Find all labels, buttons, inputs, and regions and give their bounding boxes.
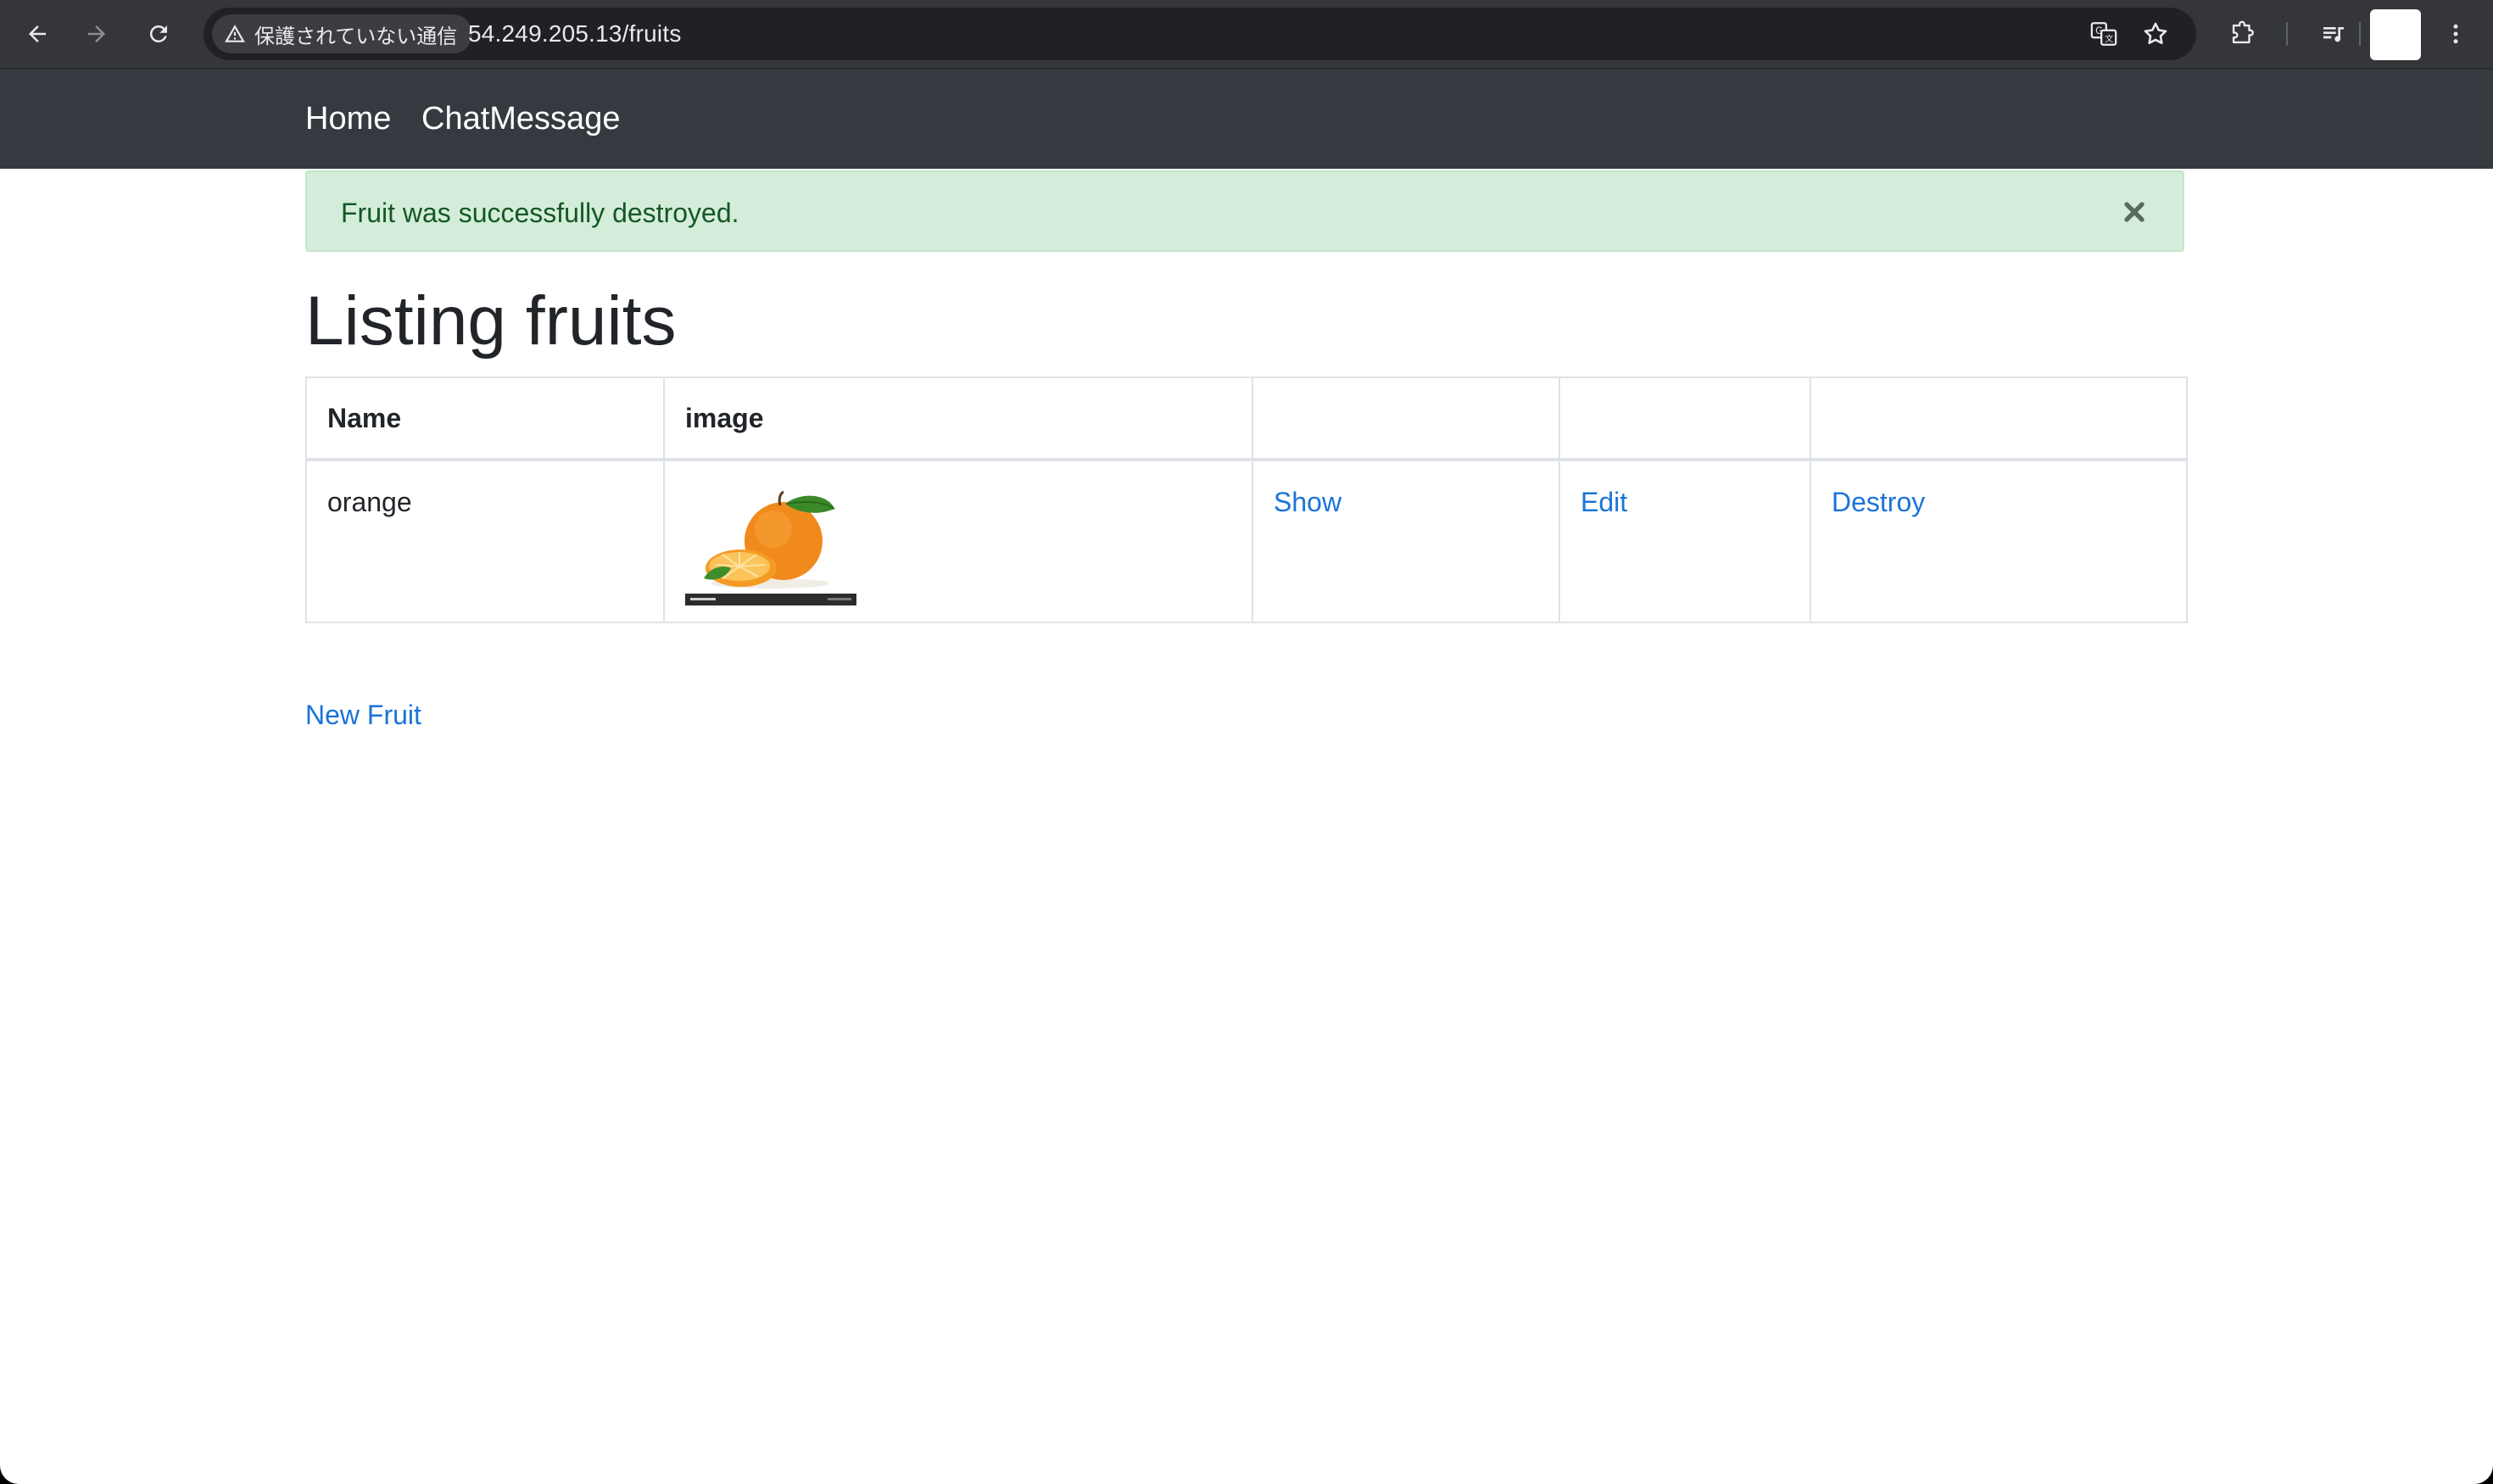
address-bar[interactable]: 保護されていない通信 54.249.205.13/fruits G 文 [204,8,2196,60]
media-queue-icon [2323,27,2344,42]
table-header-row: Name image [305,377,2188,461]
back-arrow-icon [29,25,46,42]
column-header-edit [1559,377,1811,461]
fruit-image-cell [663,459,1253,623]
column-header-image: image [663,377,1253,461]
browser-menu-button[interactable] [2437,15,2474,53]
show-link[interactable]: Show [1274,487,1341,517]
column-header-destroy [1810,377,2188,461]
close-x-icon[interactable] [2122,199,2147,225]
destroy-cell: Destroy [1810,459,2188,623]
extensions-button[interactable] [2223,15,2261,53]
reload-icon [149,25,167,42]
page-title: Listing fruits [305,282,677,360]
edit-link[interactable]: Edit [1581,487,1627,517]
extensions-puzzle-icon [2232,20,2254,44]
alert-message: Fruit was successfully destroyed. [341,198,739,228]
svg-text:文: 文 [2105,33,2113,44]
column-header-show [1252,377,1560,461]
toolbar-separator [2286,22,2288,46]
site-navbar: Home ChatMessage [0,70,2493,169]
back-button[interactable] [19,15,56,53]
table-row: orange Show Edit Destroy [305,459,2188,623]
forward-button[interactable] [78,15,115,53]
edit-cell: Edit [1559,459,1811,623]
translate-button[interactable]: G 文 [2089,19,2119,49]
toolbar-separator [2359,22,2361,46]
security-indicator[interactable]: 保護されていない通信 [212,14,473,53]
show-cell: Show [1252,459,1560,623]
bookmark-star-icon [2144,22,2167,45]
success-alert: Fruit was successfully destroyed. [305,170,2184,252]
fruits-table: Name image orange Show Edit Destroy [305,377,2188,623]
forward-arrow-icon [88,25,105,42]
column-header-name: Name [305,377,665,461]
warning-triangle-icon [225,25,245,42]
kebab-menu-icon [2453,24,2458,44]
media-control-button[interactable] [2315,15,2352,53]
svg-text:G: G [2095,25,2103,36]
nav-link-home[interactable]: Home [305,70,391,169]
translate-icon: G 文 [2090,22,2117,46]
orange-fruit-image [685,483,856,611]
destroy-link[interactable]: Destroy [1832,487,1925,517]
reload-button[interactable] [140,15,177,53]
security-label: 保護されていない通信 [254,25,458,48]
browser-toolbar: 保護されていない通信 54.249.205.13/fruits G 文 [0,0,2493,70]
fruit-name-cell: orange [305,459,665,623]
profile-avatar[interactable] [2370,9,2421,60]
nav-link-chatmessage[interactable]: ChatMessage [421,70,620,169]
url-text[interactable]: 54.249.205.13/fruits [468,8,682,60]
bookmark-button[interactable] [2140,19,2171,49]
new-fruit-link[interactable]: New Fruit [305,700,421,731]
browser-window: 保護されていない通信 54.249.205.13/fruits G 文 Home… [0,0,2493,1484]
